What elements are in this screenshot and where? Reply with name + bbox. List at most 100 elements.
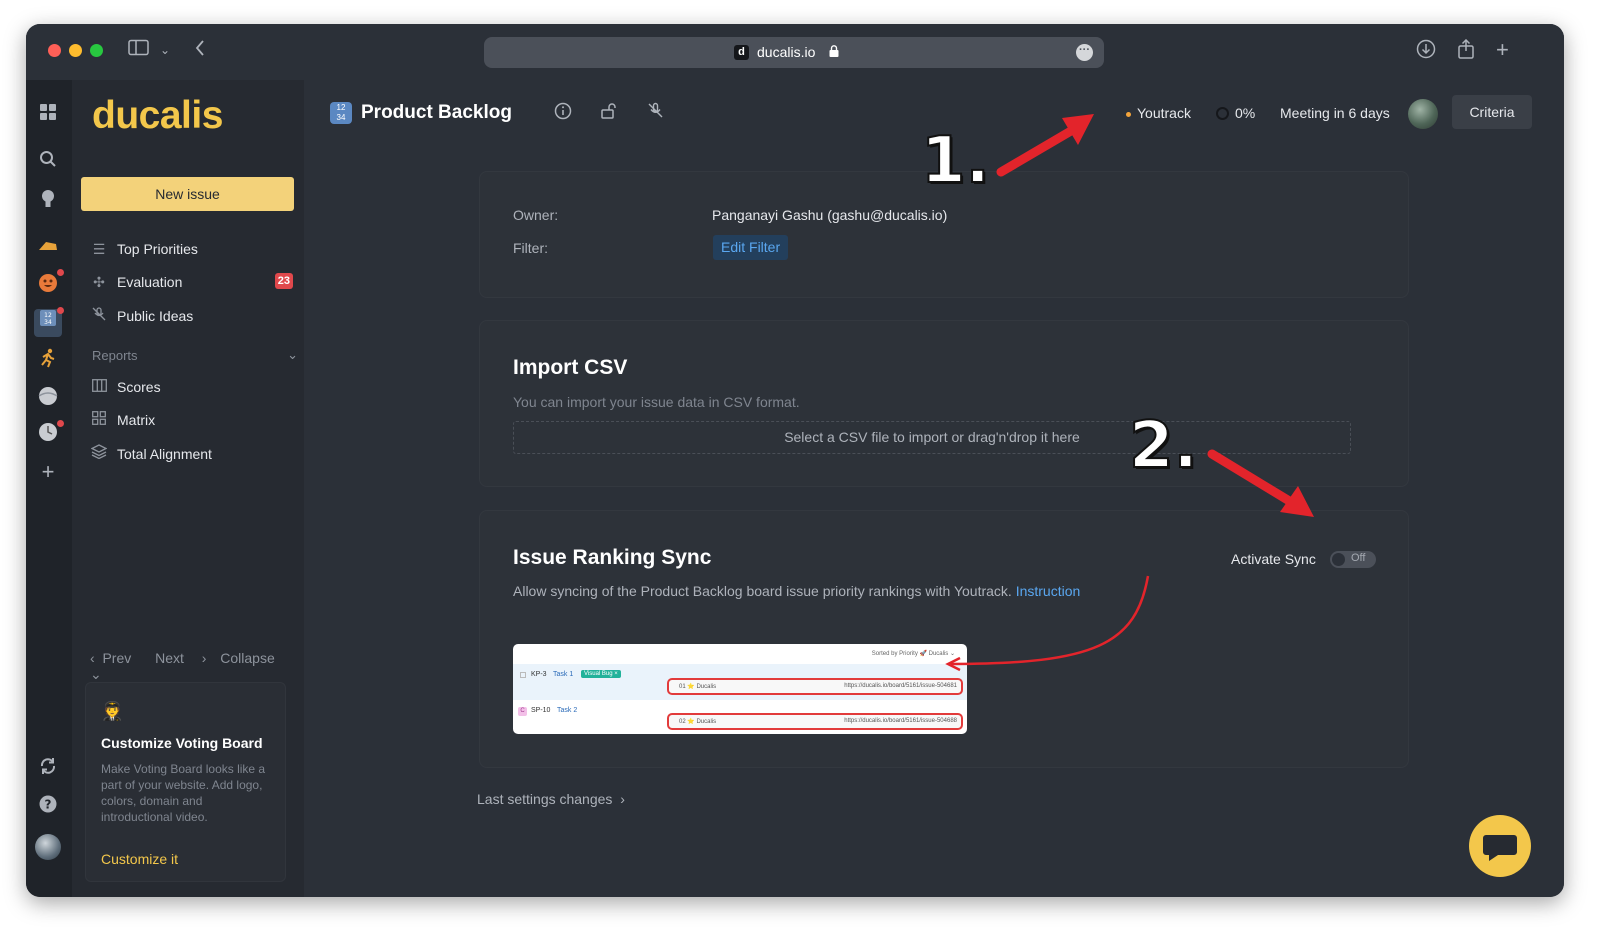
- sidebar-item-matrix[interactable]: Matrix: [90, 409, 290, 431]
- pilot-emoji-icon: 🧑‍✈️: [101, 701, 124, 721]
- preview-issue-key: KP-3: [531, 671, 547, 678]
- instruction-link[interactable]: Instruction: [1016, 583, 1081, 599]
- preview-rank: 02 ⭐ Ducalis: [679, 719, 717, 725]
- sidebar-item-label: Top Priorities: [117, 241, 198, 257]
- chevron-down-icon[interactable]: ⌄: [160, 39, 170, 61]
- import-csv-card: Import CSV You can import your issue dat…: [479, 320, 1409, 487]
- new-issue-button[interactable]: New issue: [81, 177, 294, 211]
- runner-icon[interactable]: [37, 348, 59, 370]
- site-favicon: d: [734, 45, 749, 60]
- apps-grid-icon[interactable]: [37, 104, 59, 126]
- help-icon[interactable]: ?: [37, 795, 59, 817]
- main-content: 12 34 Product Backlog Youtrack 0% Meeting…: [304, 80, 1564, 897]
- board-clock-icon[interactable]: [37, 422, 59, 444]
- sidebar-item-evaluation[interactable]: ✣ Evaluation 23: [90, 271, 293, 293]
- more-options-icon[interactable]: ···: [1076, 44, 1093, 61]
- columns-icon: [90, 376, 108, 398]
- maximize-window-button[interactable]: [90, 44, 103, 57]
- layers-icon: [90, 443, 108, 465]
- progress-indicator[interactable]: 0%: [1216, 105, 1255, 121]
- preview-url: https://ducalis.io/board/5161/issue-5046…: [844, 683, 957, 689]
- chat-button[interactable]: [1469, 815, 1531, 877]
- lightbulb-icon[interactable]: [37, 189, 59, 211]
- evaluation-icon: ✣: [93, 274, 105, 290]
- minimize-window-button[interactable]: [69, 44, 82, 57]
- issue-ranking-sync-card: Issue Ranking Sync Activate Sync Off All…: [479, 510, 1409, 768]
- next-label: Next: [155, 650, 184, 666]
- download-icon[interactable]: [1416, 39, 1436, 65]
- meeting-info[interactable]: Meeting in 6 days: [1280, 105, 1390, 121]
- preview-issue-title: Task 2: [557, 707, 578, 714]
- back-icon[interactable]: [194, 39, 206, 63]
- url-text: ducalis.io: [757, 44, 816, 60]
- board-hand-icon[interactable]: [37, 237, 59, 259]
- browser-window: ⌄ d ducalis.io ··· + 12 34 + ? ducalis N…: [26, 24, 1564, 897]
- criteria-button[interactable]: Criteria: [1452, 95, 1532, 129]
- toggle-knob: [1332, 553, 1345, 566]
- sidebar-item-label: Evaluation: [117, 274, 183, 290]
- toggle-state: Off: [1351, 552, 1366, 564]
- prev-label: Prev: [102, 650, 132, 666]
- prev-button[interactable]: ‹ Prev: [90, 650, 141, 666]
- sidebar-toggle-icon[interactable]: [128, 39, 149, 62]
- reports-section-header[interactable]: Reports ⌄: [92, 347, 298, 363]
- board-emoji-icon[interactable]: [37, 273, 59, 295]
- activate-sync-toggle[interactable]: Off: [1330, 551, 1376, 568]
- sync-icon[interactable]: [37, 757, 59, 779]
- preview-rank: 01 ⭐ Ducalis: [679, 684, 717, 690]
- next-button[interactable]: Next ›: [155, 650, 206, 666]
- info-icon[interactable]: [554, 102, 572, 127]
- promo-text: Make Voting Board looks like a part of y…: [101, 762, 266, 824]
- preview-sort-label: Sorted by Priority 🚀 Ducalis ⌄: [871, 651, 955, 657]
- evaluation-count-badge: 23: [274, 273, 293, 289]
- svg-text:34: 34: [44, 319, 52, 326]
- filter-label: Filter:: [513, 240, 548, 256]
- annotation-number-1: 1.: [920, 123, 991, 199]
- new-tab-icon[interactable]: +: [1496, 39, 1509, 61]
- customize-voting-board-card: 🧑‍✈️ Customize Voting Board Make Voting …: [85, 682, 286, 882]
- preview-project-icon: C: [518, 707, 527, 716]
- integration-status[interactable]: Youtrack: [1126, 105, 1191, 121]
- preview-url: https://ducalis.io/board/5161/issue-5046…: [844, 718, 957, 724]
- annotation-number-2: 2.: [1128, 408, 1199, 484]
- chat-icon: [1483, 835, 1517, 861]
- sidebar-item-scores[interactable]: Scores: [90, 376, 290, 398]
- activate-sync-label: Activate Sync: [1231, 551, 1316, 567]
- sidebar-item-label: Public Ideas: [117, 308, 194, 324]
- notification-dot: [57, 420, 64, 427]
- owner-avatar[interactable]: [1408, 99, 1438, 129]
- import-csv-subtitle: You can import your issue data in CSV fo…: [513, 394, 800, 410]
- svg-text:12: 12: [44, 312, 52, 319]
- sidebar-item-top-priorities[interactable]: ☰ Top Priorities: [90, 238, 290, 260]
- status-dot: [1126, 111, 1131, 117]
- edit-filter-button[interactable]: Edit Filter: [713, 235, 789, 260]
- sidebar-item-label: Matrix: [117, 412, 156, 428]
- search-icon[interactable]: [37, 150, 59, 172]
- sidebar-item-public-ideas[interactable]: Public Ideas: [90, 305, 290, 327]
- add-board-icon[interactable]: +: [37, 461, 59, 483]
- close-window-button[interactable]: [48, 44, 61, 57]
- last-settings-label: Last settings changes: [477, 791, 613, 807]
- grid-icon: [90, 409, 108, 431]
- notification-dot: [57, 269, 64, 276]
- ducalis-logo[interactable]: ducalis: [92, 94, 223, 138]
- last-settings-changes-link[interactable]: Last settings changes ›: [477, 791, 625, 807]
- share-icon[interactable]: [1457, 38, 1475, 66]
- owner-value: Panganayi Gashu (gashu@ducalis.io): [712, 207, 948, 223]
- lock-icon: [829, 45, 839, 57]
- preview-issue-key: SP-10: [531, 707, 551, 714]
- csv-dropzone[interactable]: Select a CSV file to import or drag'n'dr…: [513, 421, 1351, 454]
- no-mic-icon: [90, 305, 108, 327]
- board-icon: 12 34: [330, 102, 352, 124]
- unlock-icon[interactable]: [601, 102, 617, 127]
- no-mic-icon[interactable]: [647, 102, 664, 126]
- sidebar-item-total-alignment[interactable]: Total Alignment: [90, 443, 290, 465]
- customize-it-link[interactable]: Customize it: [101, 851, 178, 867]
- address-bar[interactable]: d ducalis.io ···: [484, 37, 1104, 68]
- ranking-sync-description: Allow syncing of the Product Backlog boa…: [513, 583, 1080, 599]
- preview-checkbox: [520, 672, 526, 678]
- board-ball-icon[interactable]: [37, 386, 59, 408]
- progress-ring-icon: [1216, 107, 1229, 120]
- user-avatar[interactable]: [35, 834, 61, 860]
- integration-label: Youtrack: [1137, 105, 1191, 121]
